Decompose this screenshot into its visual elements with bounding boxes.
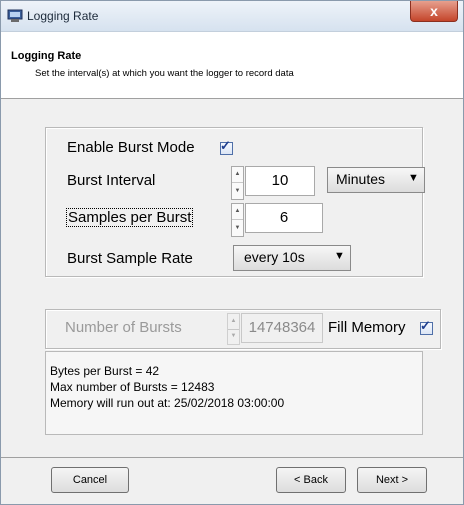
next-button[interactable]: Next >	[357, 467, 427, 493]
memory-out-text: Memory will run out at: 25/02/2018 03:00…	[50, 396, 285, 410]
title-bar[interactable]: Logging Rate x	[1, 1, 463, 32]
logging-rate-dialog: Logging Rate x Logging Rate Set the inte…	[0, 0, 464, 505]
back-button[interactable]: < Back	[276, 467, 346, 493]
fill-memory-checkbox[interactable]: ✓	[420, 318, 433, 335]
close-button[interactable]: x	[410, 1, 458, 22]
footer-divider	[1, 457, 463, 458]
page-subtitle: Set the interval(s) at which you want th…	[35, 68, 294, 79]
spin-down-icon[interactable]: ▼	[232, 183, 243, 199]
spin-up-icon[interactable]: ▲	[232, 167, 243, 183]
enable-burst-mode-checkbox[interactable]: ✓	[220, 138, 233, 155]
burst-interval-spinner[interactable]: ▲ ▼	[231, 166, 244, 200]
dropdown-arrow-icon: ▼	[334, 250, 345, 262]
memory-info-panel: Bytes per Burst = 42 Max number of Burst…	[45, 351, 423, 435]
burst-interval-unit-value: Minutes	[336, 171, 386, 187]
number-of-bursts-input: 14748364	[241, 313, 323, 343]
spin-down-icon[interactable]: ▼	[232, 220, 243, 236]
spin-down-icon: ▼	[230, 333, 237, 339]
burst-interval-label: Burst Interval	[67, 172, 156, 189]
samples-per-burst-label: Samples per Burst	[66, 208, 194, 227]
bytes-per-burst-text: Bytes per Burst = 42	[50, 364, 160, 378]
burst-sample-rate-label: Burst Sample Rate	[67, 250, 193, 267]
burst-sample-rate-select[interactable]: every 10s ▼	[233, 245, 351, 271]
fill-memory-label: Fill Memory	[328, 319, 406, 336]
burst-interval-input[interactable]: 10	[245, 166, 315, 196]
enable-burst-mode-label: Enable Burst Mode	[67, 139, 195, 156]
wizard-header: Logging Rate Set the interval(s) at whic…	[1, 32, 463, 99]
number-of-bursts-label: Number of Bursts	[65, 319, 182, 336]
number-of-bursts-spinner: ▲ ▼	[227, 313, 240, 345]
burst-sample-rate-value: every 10s	[244, 249, 305, 265]
checkmark-icon: ✓	[220, 138, 231, 153]
max-bursts-text: Max number of Bursts = 12483	[50, 380, 215, 394]
page-title: Logging Rate	[11, 50, 82, 62]
burst-interval-unit-select[interactable]: Minutes ▼	[327, 167, 425, 193]
spin-up-icon: ▲	[228, 314, 239, 330]
dropdown-arrow-icon: ▼	[408, 172, 419, 184]
spin-up-icon[interactable]: ▲	[232, 204, 243, 220]
cancel-button[interactable]: Cancel	[51, 467, 129, 493]
samples-per-burst-spinner[interactable]: ▲ ▼	[231, 203, 244, 237]
logger-app-icon	[7, 9, 23, 22]
window-title: Logging Rate	[27, 9, 99, 23]
samples-per-burst-input[interactable]: 6	[245, 203, 323, 233]
checkmark-icon: ✓	[420, 318, 431, 333]
